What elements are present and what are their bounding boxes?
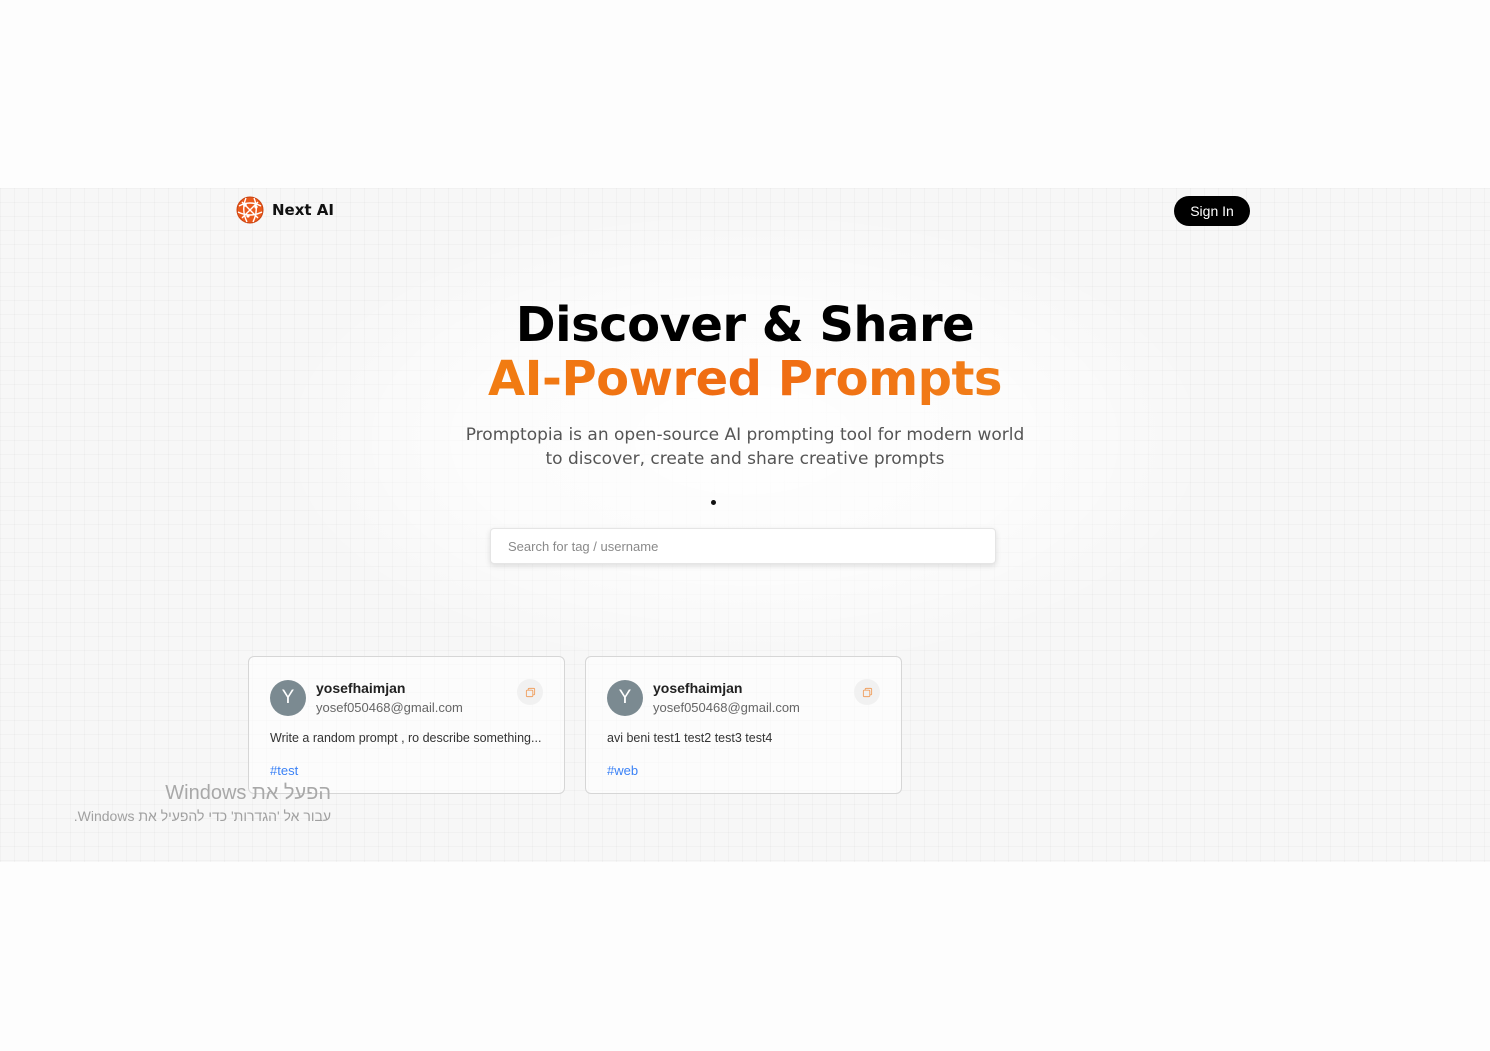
brand-link[interactable]: Next AI: [236, 196, 334, 224]
windows-activation-subtitle: עבור אל 'הגדרות' כדי להפעיל את Windows.: [73, 808, 331, 824]
avatar[interactable]: Y: [270, 680, 306, 716]
windows-activation-title: הפעל את Windows: [165, 782, 331, 804]
prompt-card: Y yosefhaimjan yosef050468@gmail.com Wri…: [248, 656, 565, 794]
brand-name: Next AI: [272, 201, 334, 219]
title-line-1: Discover & Share: [515, 297, 975, 353]
globe-logo-icon: [236, 196, 264, 224]
card-username[interactable]: yosefhaimjan: [316, 680, 405, 696]
card-tag[interactable]: #test: [270, 763, 298, 778]
card-prompt-text: avi beni test1 test2 test3 test4: [607, 731, 773, 745]
copy-icon: [525, 687, 535, 697]
avatar[interactable]: Y: [607, 680, 643, 716]
search-input[interactable]: [490, 528, 996, 564]
card-tag[interactable]: #web: [607, 763, 638, 778]
title-line-2: AI-Powred Prompts: [0, 352, 1490, 406]
copy-button[interactable]: [517, 679, 543, 705]
top-nav: Next AI Sign In: [236, 196, 1250, 226]
copy-button[interactable]: [854, 679, 880, 705]
page-title: Discover & Share AI-Powred Prompts: [0, 298, 1490, 406]
prompt-card: Y yosefhaimjan yosef050468@gmail.com avi…: [585, 656, 902, 794]
hero-description: Promptopia is an open-source AI promptin…: [465, 425, 1025, 469]
sign-in-button[interactable]: Sign In: [1174, 196, 1250, 226]
card-prompt-text: Write a random prompt , ro describe some…: [270, 731, 542, 745]
card-email: yosef050468@gmail.com: [653, 700, 800, 715]
page: Next AI Sign In Discover & Share AI-Powr…: [0, 0, 1490, 1051]
copy-icon: [862, 687, 872, 697]
card-email: yosef050468@gmail.com: [316, 700, 463, 715]
card-username[interactable]: yosefhaimjan: [653, 680, 742, 696]
hero-title: Discover & Share AI-Powred Prompts: [0, 298, 1490, 406]
loading-dot: [711, 500, 716, 505]
